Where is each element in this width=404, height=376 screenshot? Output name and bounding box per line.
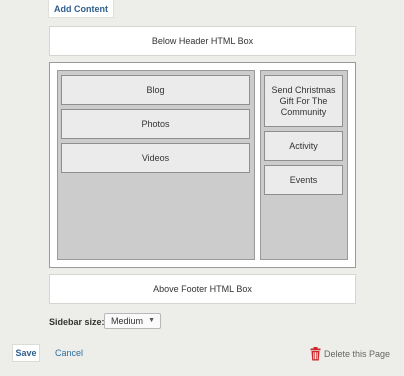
module-videos[interactable]: Videos [61, 143, 250, 173]
delete-page-label: Delete this Page [324, 349, 391, 359]
sidebar-size-value: Medium [111, 316, 144, 326]
sidebar-size-label: Sidebar size: [49, 317, 105, 327]
module-blog[interactable]: Blog [61, 75, 250, 105]
cancel-link[interactable]: Cancel [55, 346, 83, 360]
below-header-html-box[interactable]: Below Header HTML Box [49, 26, 356, 56]
module-activity[interactable]: Activity [264, 131, 343, 161]
module-send-christmas-gift[interactable]: Send Christmas Gift For The Community [264, 75, 343, 127]
save-button[interactable]: Save [12, 344, 40, 362]
trash-icon [310, 347, 321, 361]
delete-page-link[interactable]: Delete this Page [310, 346, 390, 362]
module-events[interactable]: Events [264, 165, 343, 195]
add-content-button[interactable]: Add Content [48, 0, 114, 18]
sidebar-size-select[interactable]: Medium ▼ [104, 313, 161, 329]
above-footer-html-box[interactable]: Above Footer HTML Box [49, 274, 356, 304]
module-photos[interactable]: Photos [61, 109, 250, 139]
chevron-down-icon: ▼ [148, 317, 155, 324]
